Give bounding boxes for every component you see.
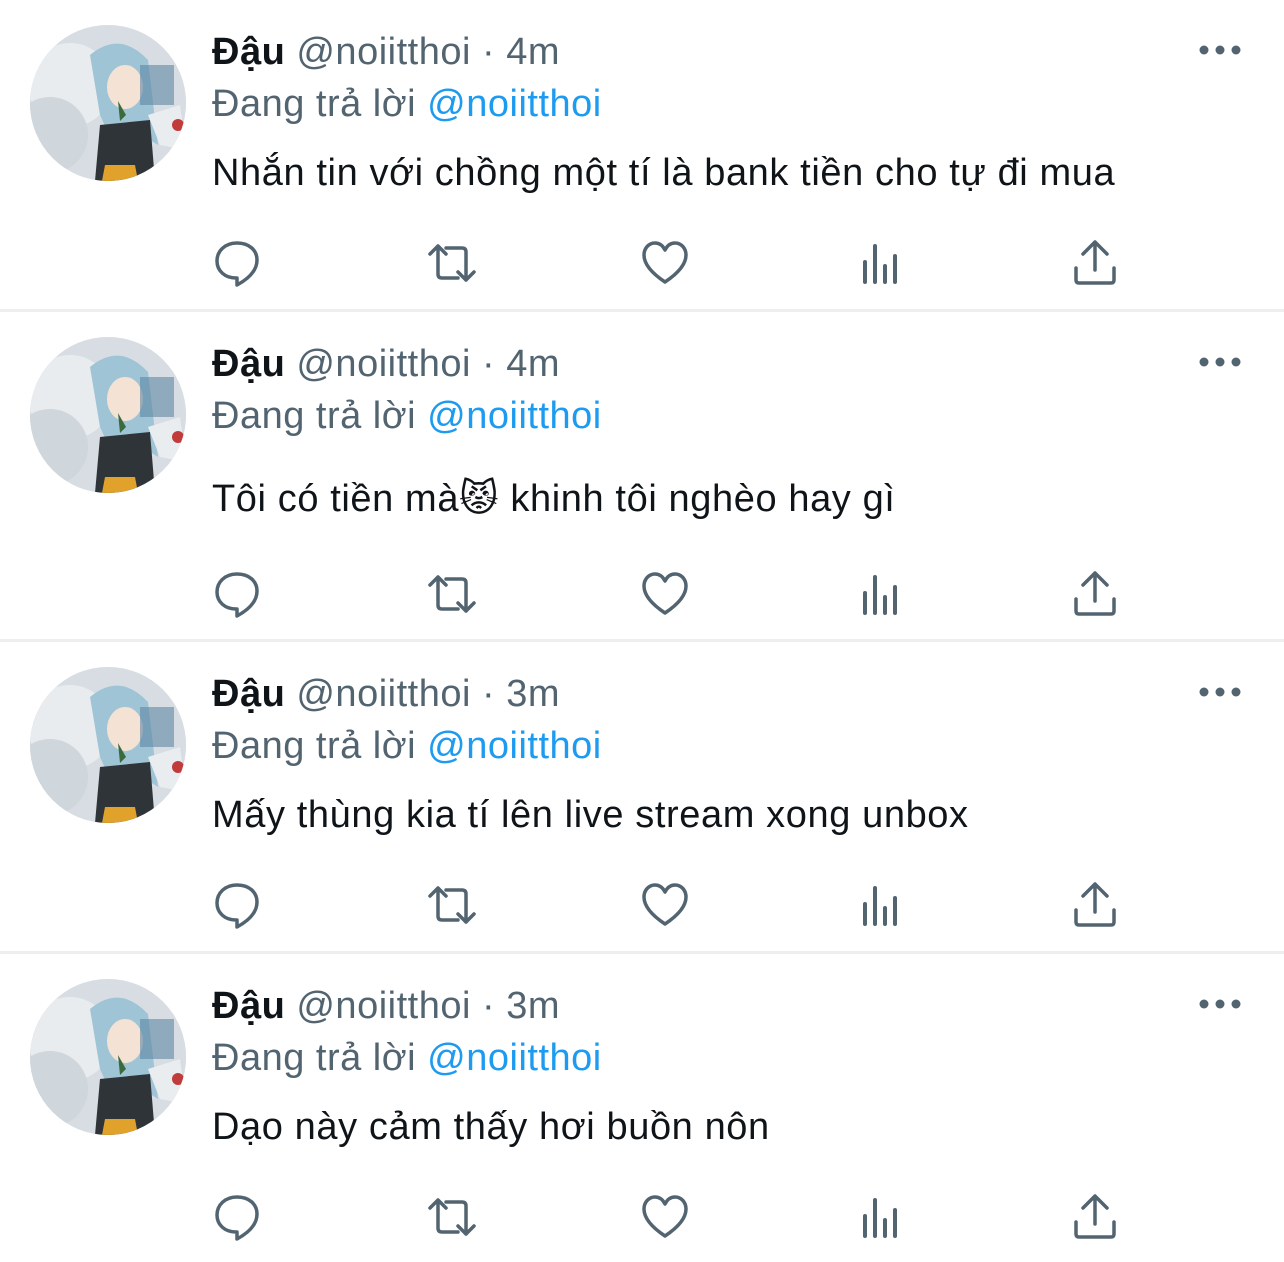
replying-to: Đang trả lời @noiitthoi bbox=[212, 394, 602, 438]
display-name[interactable]: Đậu bbox=[212, 985, 285, 1027]
user-handle[interactable]: @noiitthoi bbox=[296, 985, 471, 1027]
replying-to: Đang trả lời @noiitthoi bbox=[212, 1036, 602, 1080]
retweet-icon[interactable] bbox=[424, 1192, 476, 1242]
display-name[interactable]: Đậu bbox=[212, 31, 285, 73]
replying-to-label: Đang trả lời bbox=[212, 83, 417, 125]
timestamp[interactable]: 4m bbox=[506, 31, 560, 73]
tweet[interactable]: Đậu @noiitthoi · 3m Đang trả lời @noiitt… bbox=[0, 954, 1284, 1262]
user-handle[interactable]: @noiitthoi bbox=[296, 343, 471, 385]
replying-to-label: Đang trả lời bbox=[212, 395, 417, 437]
reply-icon[interactable] bbox=[212, 1192, 262, 1242]
separator-dot: · bbox=[481, 985, 496, 1027]
tweet-header: Đậu @noiitthoi · 4m bbox=[212, 342, 560, 386]
mention-link[interactable]: @noiitthoi bbox=[427, 83, 602, 125]
reply-icon[interactable] bbox=[212, 238, 262, 288]
more-horizontal-icon[interactable] bbox=[1198, 994, 1242, 1014]
heart-icon[interactable] bbox=[640, 1192, 690, 1242]
avatar[interactable] bbox=[30, 979, 186, 1135]
tweet-actions bbox=[212, 569, 1132, 619]
tweet-text: Dạo này cảm thấy hơi buồn nôn bbox=[212, 1106, 770, 1148]
more-horizontal-icon[interactable] bbox=[1198, 352, 1242, 372]
replying-to-label: Đang trả lời bbox=[212, 1037, 417, 1079]
tweet-actions bbox=[212, 880, 1132, 930]
heart-icon[interactable] bbox=[640, 238, 690, 288]
tweet-divider bbox=[0, 951, 1284, 954]
mention-link[interactable]: @noiitthoi bbox=[427, 725, 602, 767]
share-upload-icon[interactable] bbox=[1070, 880, 1120, 930]
replying-to-label: Đang trả lời bbox=[212, 725, 417, 767]
retweet-icon[interactable] bbox=[424, 569, 476, 619]
more-horizontal-icon[interactable] bbox=[1198, 40, 1242, 60]
tweet-header: Đậu @noiitthoi · 3m bbox=[212, 672, 560, 716]
views-bar-chart-icon[interactable] bbox=[856, 1192, 906, 1242]
views-bar-chart-icon[interactable] bbox=[856, 569, 906, 619]
tweet-text: Mấy thùng kia tí lên live stream xong un… bbox=[212, 794, 969, 836]
tweet-divider bbox=[0, 639, 1284, 642]
retweet-icon[interactable] bbox=[424, 238, 476, 288]
tweet-divider bbox=[0, 309, 1284, 312]
separator-dot: · bbox=[481, 31, 496, 73]
more-horizontal-icon[interactable] bbox=[1198, 682, 1242, 702]
tweet-text: Tôi có tiền mà😾 khinh tôi nghèo hay gì bbox=[212, 478, 896, 520]
avatar[interactable] bbox=[30, 337, 186, 493]
timestamp[interactable]: 4m bbox=[506, 343, 560, 385]
display-name[interactable]: Đậu bbox=[212, 673, 285, 715]
tweet-actions bbox=[212, 1192, 1132, 1242]
tweet-header: Đậu @noiitthoi · 3m bbox=[212, 984, 560, 1028]
share-upload-icon[interactable] bbox=[1070, 238, 1120, 288]
heart-icon[interactable] bbox=[640, 569, 690, 619]
mention-link[interactable]: @noiitthoi bbox=[427, 1037, 602, 1079]
tweet-text: Nhắn tin với chồng một tí là bank tiền c… bbox=[212, 152, 1116, 194]
tweet-actions bbox=[212, 238, 1132, 288]
separator-dot: · bbox=[481, 673, 496, 715]
views-bar-chart-icon[interactable] bbox=[856, 880, 906, 930]
tweet[interactable]: Đậu @noiitthoi · 3m Đang trả lời @noiitt… bbox=[0, 642, 1284, 952]
heart-icon[interactable] bbox=[640, 880, 690, 930]
avatar[interactable] bbox=[30, 25, 186, 181]
share-upload-icon[interactable] bbox=[1070, 1192, 1120, 1242]
mention-link[interactable]: @noiitthoi bbox=[427, 395, 602, 437]
tweet-header: Đậu @noiitthoi · 4m bbox=[212, 30, 560, 74]
display-name[interactable]: Đậu bbox=[212, 343, 285, 385]
reply-icon[interactable] bbox=[212, 880, 262, 930]
tweet[interactable]: Đậu @noiitthoi · 4m Đang trả lời @noiitt… bbox=[0, 0, 1284, 310]
share-upload-icon[interactable] bbox=[1070, 569, 1120, 619]
retweet-icon[interactable] bbox=[424, 880, 476, 930]
user-handle[interactable]: @noiitthoi bbox=[296, 31, 471, 73]
replying-to: Đang trả lời @noiitthoi bbox=[212, 82, 602, 126]
reply-icon[interactable] bbox=[212, 569, 262, 619]
avatar[interactable] bbox=[30, 667, 186, 823]
separator-dot: · bbox=[481, 343, 496, 385]
timestamp[interactable]: 3m bbox=[506, 985, 560, 1027]
tweet-feed: Đậu @noiitthoi · 4m Đang trả lời @noiitt… bbox=[0, 0, 1284, 1262]
timestamp[interactable]: 3m bbox=[506, 673, 560, 715]
user-handle[interactable]: @noiitthoi bbox=[296, 673, 471, 715]
tweet[interactable]: Đậu @noiitthoi · 4m Đang trả lời @noiitt… bbox=[0, 312, 1284, 640]
views-bar-chart-icon[interactable] bbox=[856, 238, 906, 288]
replying-to: Đang trả lời @noiitthoi bbox=[212, 724, 602, 768]
